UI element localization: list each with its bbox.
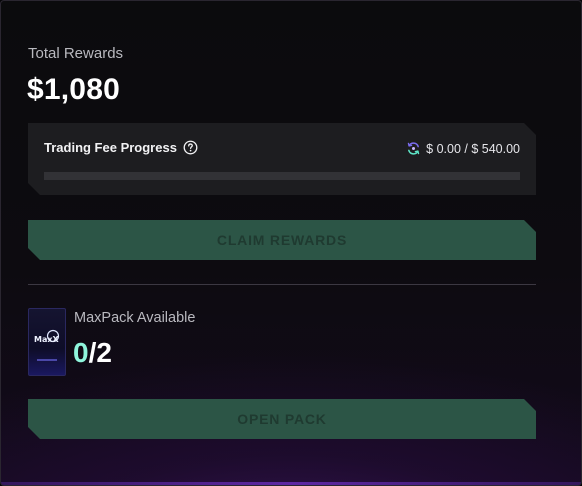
pack-stripe	[37, 359, 57, 361]
maxpack-count-total: /2	[88, 337, 112, 368]
trading-fee-progress-title: Trading Fee Progress	[44, 140, 198, 155]
open-pack-button[interactable]: OPEN PACK	[28, 399, 536, 439]
maxpack-image: MaxX	[28, 308, 66, 376]
section-divider	[28, 284, 536, 285]
trading-fee-amount: $ 0.00 / $ 540.00	[406, 141, 520, 156]
maxpack-logo-icon: MaxX	[34, 329, 60, 344]
total-rewards-label: Total Rewards	[28, 45, 124, 62]
refresh-sync-icon	[406, 141, 421, 156]
rewards-panel: Total Rewards $1,080 Trading Fee Progres…	[0, 0, 582, 486]
trading-fee-progress-card: Trading Fee Progress $ 0.00 / $ 540.00	[28, 123, 536, 195]
maxpack-count-available: 0	[73, 337, 89, 368]
trading-fee-amount-text: $ 0.00 / $ 540.00	[426, 141, 520, 156]
svg-text:MaxX: MaxX	[34, 335, 60, 344]
trading-fee-progress-label: Trading Fee Progress	[44, 140, 177, 155]
trading-fee-progress-bar	[44, 172, 520, 180]
total-rewards-value: $1,080	[27, 73, 120, 106]
maxpack-count: 0/2	[73, 337, 112, 369]
question-circle-icon[interactable]	[183, 140, 198, 155]
claim-rewards-button[interactable]: CLAIM REWARDS	[28, 220, 536, 260]
maxpack-available-label: MaxPack Available	[74, 310, 196, 326]
